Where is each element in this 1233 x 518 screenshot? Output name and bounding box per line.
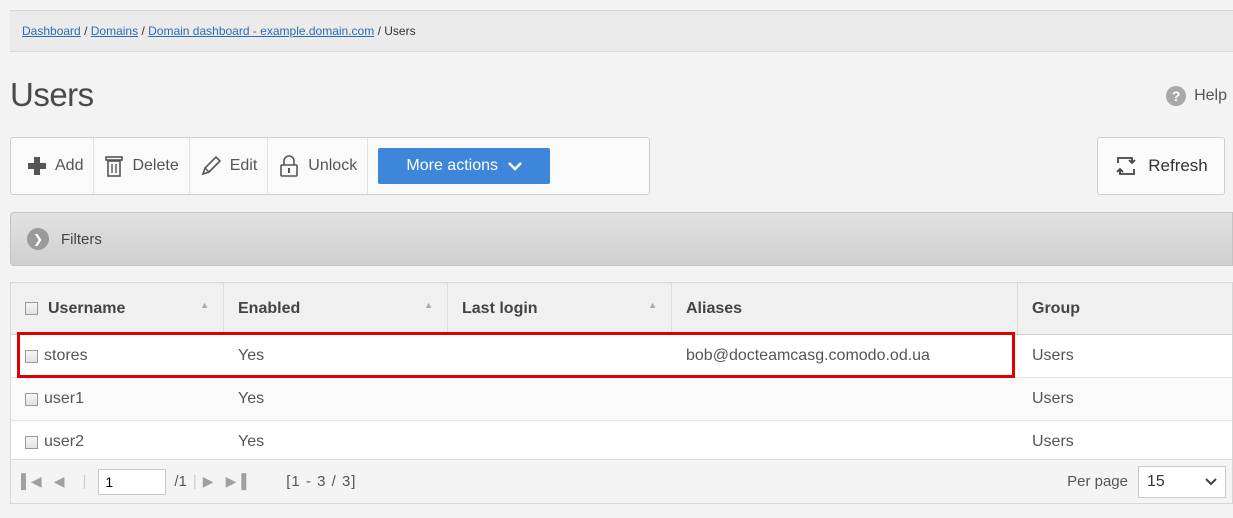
toolbar: Add Delete Edit Unlock More actions [10,137,650,195]
help-label: Help [1194,87,1227,104]
sort-icon: ▲ [424,300,433,310]
column-group[interactable]: Group [1018,283,1232,334]
edit-button[interactable]: Edit [190,138,269,194]
select-all-checkbox[interactable] [25,302,38,315]
enabled-cell: Yes [238,433,265,450]
aliases-cell [672,421,1018,463]
breadcrumb-domains[interactable]: Domains [91,24,138,38]
aliases-cell [672,378,1018,420]
add-label: Add [55,157,84,174]
chevron-right-icon: ❯ [27,228,49,250]
breadcrumb-domain-dashboard[interactable]: Domain dashboard - example.domain.com [148,24,374,38]
previous-page-icon[interactable]: ◀ [54,473,65,490]
unlock-icon [280,155,299,177]
users-table: Username ▲ Enabled ▲ Last login ▲ Aliase… [10,282,1233,504]
trash-icon [105,156,124,177]
chevron-down-icon [508,162,522,171]
breadcrumb: Dashboard / Domains / Domain dashboard -… [10,10,1233,52]
last-login-cell [448,421,672,463]
breadcrumb-dashboard[interactable]: Dashboard [22,24,81,38]
page-number-input[interactable] [98,468,167,495]
first-page-icon[interactable]: ▌◀ [21,473,42,490]
total-pages: /1 [174,473,187,490]
breadcrumb-users: Users [384,24,416,38]
group-cell: Users [1032,347,1074,364]
help-link[interactable]: ? Help [1166,86,1227,106]
help-icon: ? [1166,86,1187,106]
column-enabled[interactable]: Enabled ▲ [224,283,448,334]
last-login-cell [448,378,672,420]
add-button[interactable]: Add [17,138,95,194]
column-username[interactable]: Username ▲ [11,283,224,334]
username-cell: user2 [44,433,85,450]
more-actions-button[interactable]: More actions [378,148,551,184]
column-last-login[interactable]: Last login ▲ [448,283,672,334]
pagination-bar: ▌◀ ◀ | /1 | ▶ ▶▐ [1 - 3 / 3] Per page 15 [11,459,1232,503]
username-cell: user1 [44,390,85,407]
divider: | [82,473,87,490]
more-actions-label: More actions [406,157,498,174]
plus-icon [28,157,46,175]
filters-toggle[interactable]: ❯ Filters [10,212,1233,266]
row-checkbox[interactable] [25,435,38,449]
last-login-cell [448,335,672,377]
group-cell: Users [1032,390,1074,407]
per-page-select[interactable]: 15 [1138,465,1226,498]
sort-icon: ▲ [200,300,209,310]
refresh-button[interactable]: Refresh [1097,137,1225,195]
delete-button[interactable]: Delete [94,138,190,194]
unlock-label: Unlock [308,157,358,174]
chevron-down-icon [1205,477,1217,485]
sort-icon: ▲ [648,300,657,310]
pencil-icon [201,155,221,176]
filters-label: Filters [61,230,102,248]
record-range: [1 - 3 / 3] [286,473,357,490]
table-row[interactable]: stores Yes bob@docteamcasg.comodo.od.ua … [11,335,1232,378]
table-row[interactable]: user2 Yes Users [11,421,1232,464]
aliases-cell: bob@docteamcasg.comodo.od.ua [686,347,930,364]
enabled-cell: Yes [238,390,265,407]
delete-label: Delete [132,157,179,174]
column-aliases[interactable]: Aliases [672,283,1018,334]
edit-label: Edit [229,157,258,174]
row-checkbox[interactable] [25,392,38,406]
table-row[interactable]: user1 Yes Users [11,378,1232,421]
group-cell: Users [1032,433,1074,450]
next-page-icon[interactable]: ▶ [203,473,214,490]
row-checkbox[interactable] [25,349,38,363]
page-title: Users [10,76,94,113]
refresh-icon [1116,157,1136,175]
divider: | [192,473,197,490]
unlock-button[interactable]: Unlock [268,138,369,194]
refresh-label: Refresh [1148,156,1208,175]
last-page-icon[interactable]: ▶▐ [226,473,247,490]
username-cell: stores [44,347,88,364]
table-header: Username ▲ Enabled ▲ Last login ▲ Aliase… [11,283,1232,335]
per-page-label: Per page [1067,473,1128,490]
enabled-cell: Yes [238,347,265,364]
